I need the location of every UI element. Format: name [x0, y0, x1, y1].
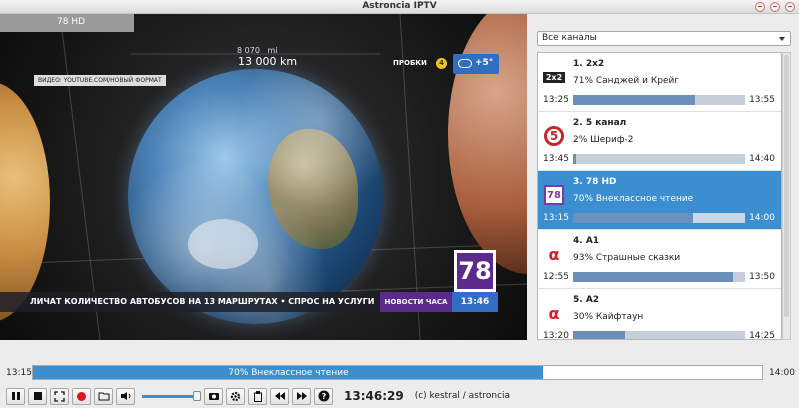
channel-item[interactable]: 5 2. 5 канал 2% Шериф-2 13:45 14:40 — [538, 112, 781, 171]
channel-name: 2. 5 канал — [573, 118, 627, 128]
distance-mi: 8 070 mi — [237, 46, 278, 55]
channel-item[interactable]: 2x2 1. 2x2 71% Санджей и Крейг 13:25 13:55 — [538, 53, 781, 112]
channel-program: 93% Страшные сказки — [573, 253, 681, 263]
channel-tab: 78 HD — [0, 14, 134, 32]
channel-start-time: 13:15 — [543, 213, 569, 223]
playback-end-time: 14:00 — [769, 368, 795, 378]
channel-item[interactable]: α 4. A1 93% Страшные сказки 12:55 13:50 — [538, 230, 781, 289]
fullscreen-icon[interactable] — [50, 387, 69, 405]
stop-icon[interactable] — [28, 387, 47, 405]
channel-item[interactable]: α 5. A2 30% Кайфтаун 13:20 14:25 — [538, 289, 781, 340]
channel-end-time: 14:25 — [749, 331, 775, 340]
channel-start-time: 13:45 — [543, 154, 569, 164]
channel-filter-dropdown[interactable]: Все каналы — [537, 31, 791, 46]
channel-list-scrollbar[interactable] — [782, 52, 791, 340]
channel-list[interactable]: 2x2 1. 2x2 71% Санджей и Крейг 13:25 13:55 5 2… — [537, 52, 782, 340]
channel-panel: Все каналы 2x2 1. 2x2 71% Санджей и Крейг 1… — [527, 14, 799, 340]
settings-icon[interactable] — [226, 387, 245, 405]
channel-program: 70% Внеклассное чтение — [573, 194, 694, 204]
previous-icon[interactable] — [270, 387, 289, 405]
channel-progress-fill — [573, 272, 733, 282]
channel-progress-bar — [573, 213, 745, 223]
filter-selected-value: Все каналы — [542, 33, 597, 43]
channel-end-time: 13:50 — [749, 272, 775, 282]
channel-progress-bar — [573, 272, 745, 282]
channel-program: 71% Санджей и Крейг — [573, 76, 680, 86]
help-icon[interactable]: ? — [314, 387, 333, 405]
channel-progress-bar — [573, 154, 745, 164]
channel-start-time: 12:55 — [543, 272, 569, 282]
maximize-icon[interactable] — [770, 2, 780, 12]
clipboard-icon[interactable] — [248, 387, 267, 405]
minimize-icon[interactable] — [755, 2, 765, 12]
screenshot-icon[interactable] — [204, 387, 223, 405]
pause-icon[interactable] — [6, 387, 25, 405]
title-bar: Astroncia IPTV — [0, 0, 799, 14]
channel-progress-fill — [573, 213, 694, 223]
channel-progress-fill — [573, 95, 696, 105]
cloud-icon — [458, 59, 472, 68]
traffic-level-badge: 4 — [436, 58, 447, 69]
channel-end-time: 14:40 — [749, 154, 775, 164]
channel-item[interactable]: 78 3. 78 HD 70% Внеклассное чтение 13:15 14:… — [538, 171, 781, 230]
channel-logo: 78 — [454, 250, 496, 292]
window-buttons — [755, 2, 795, 12]
window-title: Astroncia IPTV — [362, 1, 437, 11]
news-label: НОВОСТИ ЧАСА — [380, 292, 452, 312]
channel-name: 5. A2 — [573, 295, 600, 305]
channel-progress-bar — [573, 95, 745, 105]
earth-planet — [128, 69, 383, 324]
2x2-logo-icon: 2x2 — [543, 66, 565, 88]
channel-program: 2% Шериф-2 — [573, 135, 634, 145]
volume-slider-knob[interactable] — [193, 390, 201, 401]
control-bar: ? 13:46:29 (c) kestral / astroncia — [6, 387, 510, 405]
5-kanal-logo-icon: 5 — [543, 125, 565, 147]
news-ticker: ЛИЧАТ КОЛИЧЕСТВО АВТОБУСОВ НА 13 МАРШРУТ… — [0, 292, 380, 312]
scrollbar-thumb[interactable] — [784, 55, 789, 317]
open-folder-icon[interactable] — [94, 387, 113, 405]
playback-progress-label: 70% Внеклассное чтение — [228, 368, 349, 378]
78-logo-icon: 78 — [543, 184, 565, 206]
channel-name: 3. 78 HD — [573, 177, 617, 187]
channel-end-time: 13:55 — [749, 95, 775, 105]
channel-program: 30% Кайфтаун — [573, 312, 644, 322]
channel-name: 1. 2x2 — [573, 59, 605, 69]
clock: 13:46:29 — [344, 389, 404, 403]
credits: (c) kestral / astroncia — [414, 391, 511, 401]
a2-logo-icon: α — [548, 303, 560, 323]
channel-start-time: 13:25 — [543, 95, 569, 105]
weather-badge: +5° — [453, 54, 499, 74]
weather-temp: +5° — [475, 58, 494, 68]
next-icon[interactable] — [292, 387, 311, 405]
channel-end-time: 14:00 — [749, 213, 775, 223]
channel-progress-fill — [573, 154, 577, 164]
channel-start-time: 13:20 — [543, 331, 569, 340]
video-player[interactable]: 78 HD 8 070 mi 13 000 km ПРОБКИ 4 +5° ВИ… — [0, 14, 527, 340]
playback-progress-bar[interactable]: 70% Внеклассное чтение — [32, 365, 763, 380]
news-time: 13:46 — [452, 292, 498, 312]
chevron-down-icon — [779, 37, 785, 41]
channel-name: 4. A1 — [573, 236, 600, 246]
volume-icon[interactable] — [116, 387, 135, 405]
volume-slider[interactable] — [142, 390, 201, 401]
a1-logo-icon: α — [548, 244, 560, 264]
record-icon[interactable] — [72, 387, 91, 405]
video-source-label: ВИДЕО: YOUTUBE.COM/НОВЫЙ ФОРМАТ — [34, 75, 166, 86]
distance-km: 13 000 km — [238, 55, 298, 68]
channel-progress-fill — [573, 331, 625, 339]
channel-progress-bar — [573, 331, 745, 339]
playback-start-time: 13:15 — [6, 368, 32, 378]
close-icon[interactable] — [785, 2, 795, 12]
traffic-label: ПРОБКИ — [393, 59, 427, 67]
svg-text:?: ? — [321, 392, 326, 401]
